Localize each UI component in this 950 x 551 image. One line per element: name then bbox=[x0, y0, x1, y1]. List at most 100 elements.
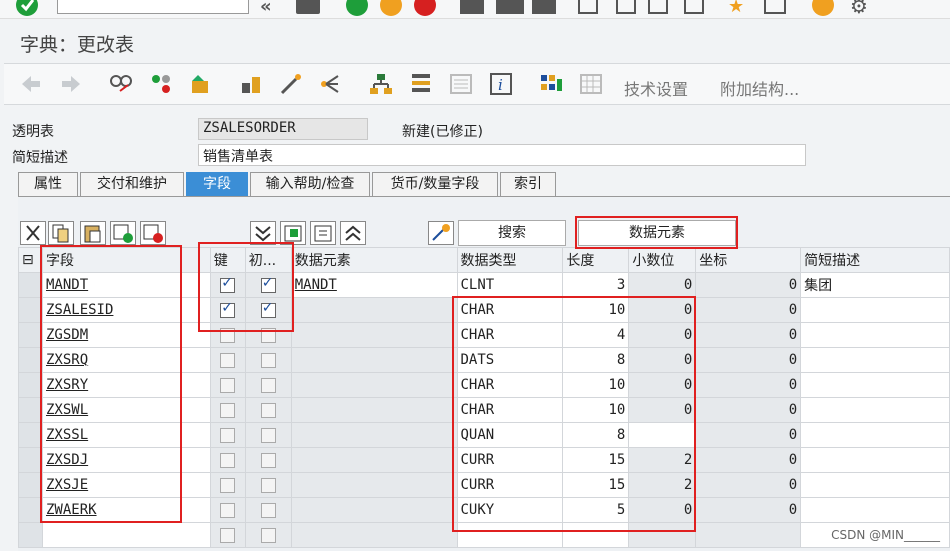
data-element-cell[interactable] bbox=[290, 522, 458, 548]
row-selector[interactable] bbox=[18, 447, 43, 473]
decimals-cell[interactable]: 0 bbox=[628, 397, 697, 423]
delete-row-icon[interactable] bbox=[140, 221, 166, 245]
data-element-cell[interactable] bbox=[290, 347, 458, 373]
expand-all-icon[interactable] bbox=[250, 221, 276, 245]
data-element-cell[interactable] bbox=[290, 372, 458, 398]
key-checkbox-cell[interactable] bbox=[209, 522, 246, 548]
back-icon[interactable] bbox=[346, 0, 368, 16]
table-row[interactable]: ZXSWL CHAR 10 0 0 bbox=[18, 397, 950, 423]
activate-icon[interactable] bbox=[188, 71, 214, 97]
initial-checkbox[interactable] bbox=[260, 352, 276, 368]
tab-currency-quantity[interactable]: 货币/数量字段 bbox=[372, 172, 498, 196]
initial-checkbox-cell[interactable] bbox=[244, 497, 292, 523]
tab-indexes[interactable]: 索引 bbox=[500, 172, 556, 196]
key-checkbox-cell[interactable] bbox=[209, 322, 246, 348]
initial-checkbox-cell[interactable] bbox=[244, 297, 292, 323]
row-selector[interactable] bbox=[18, 372, 43, 398]
key-checkbox[interactable] bbox=[220, 502, 236, 518]
data-type-cell[interactable]: CHAR bbox=[456, 297, 564, 323]
row-selector[interactable] bbox=[18, 297, 43, 323]
initial-checkbox[interactable] bbox=[260, 427, 276, 443]
col-field[interactable]: 字段 bbox=[41, 247, 211, 273]
field-name-cell[interactable]: ZWAERK bbox=[41, 497, 211, 523]
table-row[interactable]: ZSALESIDCHAR1000 bbox=[18, 297, 950, 323]
initial-checkbox[interactable] bbox=[260, 527, 276, 543]
data-type-cell[interactable]: CURR bbox=[456, 472, 564, 498]
other-object-icon[interactable] bbox=[148, 71, 174, 97]
include-icon[interactable] bbox=[310, 221, 336, 245]
length-cell[interactable]: 10 bbox=[562, 297, 630, 323]
data-element-button[interactable]: 数据元素 bbox=[578, 220, 736, 246]
magic-wand-icon[interactable] bbox=[278, 71, 304, 97]
length-cell[interactable]: 10 bbox=[562, 397, 630, 423]
length-cell[interactable]: 8 bbox=[562, 422, 630, 448]
initial-checkbox-cell[interactable] bbox=[244, 272, 292, 298]
length-cell[interactable]: 3 bbox=[562, 272, 630, 298]
table-row[interactable]: ZXSDJ CURR 15 2 0 bbox=[18, 447, 950, 473]
display-change-icon[interactable] bbox=[108, 71, 134, 97]
field-name-cell[interactable]: ZXSJE bbox=[41, 472, 211, 498]
find-icon[interactable] bbox=[496, 0, 524, 14]
document-icon[interactable] bbox=[448, 71, 474, 97]
data-element-cell[interactable] bbox=[290, 422, 458, 448]
row-selector[interactable] bbox=[18, 422, 43, 448]
length-cell[interactable]: 15 bbox=[562, 447, 630, 473]
decimals-cell[interactable]: 2 bbox=[628, 447, 697, 473]
col-data-type[interactable]: 数据类型 bbox=[456, 247, 564, 273]
exit-icon[interactable] bbox=[380, 0, 402, 16]
copy-icon[interactable] bbox=[48, 221, 74, 245]
row-selector[interactable] bbox=[18, 397, 43, 423]
length-cell[interactable]: 4 bbox=[562, 322, 630, 348]
gear-icon[interactable]: ⚙ bbox=[850, 0, 868, 18]
decimals-cell[interactable]: 0 bbox=[628, 347, 697, 373]
key-checkbox-cell[interactable] bbox=[209, 347, 246, 373]
tab-attributes[interactable]: 属性 bbox=[18, 172, 78, 196]
col-decimals[interactable]: 小数位 bbox=[628, 247, 697, 273]
decimals-cell[interactable]: 2 bbox=[628, 472, 697, 498]
col-data-element[interactable]: 数据元素 bbox=[290, 247, 458, 273]
initial-checkbox[interactable] bbox=[260, 477, 276, 493]
key-checkbox[interactable] bbox=[220, 377, 236, 393]
decimals-cell[interactable] bbox=[628, 422, 697, 448]
decimals-cell[interactable]: 0 bbox=[628, 322, 697, 348]
data-type-cell[interactable]: DATS bbox=[456, 347, 564, 373]
select-all-icon[interactable]: ⊟ bbox=[18, 247, 43, 273]
length-cell[interactable]: 15 bbox=[562, 472, 630, 498]
key-checkbox-cell[interactable] bbox=[209, 447, 246, 473]
key-checkbox-cell[interactable] bbox=[209, 422, 246, 448]
field-name-cell[interactable]: ZXSWL bbox=[41, 397, 211, 423]
field-name-cell[interactable] bbox=[41, 522, 211, 548]
initial-checkbox[interactable] bbox=[260, 300, 276, 318]
check-icon[interactable] bbox=[238, 71, 264, 97]
row-selector[interactable] bbox=[18, 272, 43, 298]
key-checkbox[interactable] bbox=[220, 327, 236, 343]
table-row[interactable]: ZXSRQ DATS 8 0 0 bbox=[18, 347, 950, 373]
length-cell[interactable]: 5 bbox=[562, 497, 630, 523]
short-desc-cell[interactable] bbox=[800, 497, 950, 523]
col-length[interactable]: 长度 bbox=[562, 247, 630, 273]
length-cell[interactable] bbox=[562, 522, 630, 548]
last-page-icon[interactable] bbox=[684, 0, 704, 14]
length-cell[interactable]: 10 bbox=[562, 372, 630, 398]
info-icon[interactable]: i bbox=[488, 71, 514, 97]
field-name-cell[interactable]: ZGSDM bbox=[41, 322, 211, 348]
table-row[interactable]: ZXSRY CHAR 10 0 0 bbox=[18, 372, 950, 398]
initial-checkbox-cell[interactable] bbox=[244, 447, 292, 473]
initial-checkbox[interactable] bbox=[260, 377, 276, 393]
short-desc-cell[interactable] bbox=[800, 447, 950, 473]
data-type-cell[interactable]: CLNT bbox=[456, 272, 564, 298]
initial-checkbox-cell[interactable] bbox=[244, 322, 292, 348]
save-icon[interactable] bbox=[296, 0, 320, 14]
hierarchy-icon[interactable] bbox=[368, 71, 394, 97]
short-desc-cell[interactable] bbox=[800, 472, 950, 498]
grid-icon[interactable] bbox=[538, 71, 564, 97]
short-desc-cell[interactable] bbox=[800, 397, 950, 423]
key-checkbox[interactable] bbox=[220, 275, 236, 293]
data-element-cell[interactable]: MANDT bbox=[290, 272, 458, 298]
tab-input-help[interactable]: 输入帮助/检查 bbox=[250, 172, 370, 196]
data-type-cell[interactable]: CHAR bbox=[456, 322, 564, 348]
print-icon[interactable] bbox=[460, 0, 484, 14]
key-checkbox[interactable] bbox=[220, 427, 236, 443]
decimals-cell[interactable]: 0 bbox=[628, 297, 697, 323]
initial-checkbox-cell[interactable] bbox=[244, 422, 292, 448]
